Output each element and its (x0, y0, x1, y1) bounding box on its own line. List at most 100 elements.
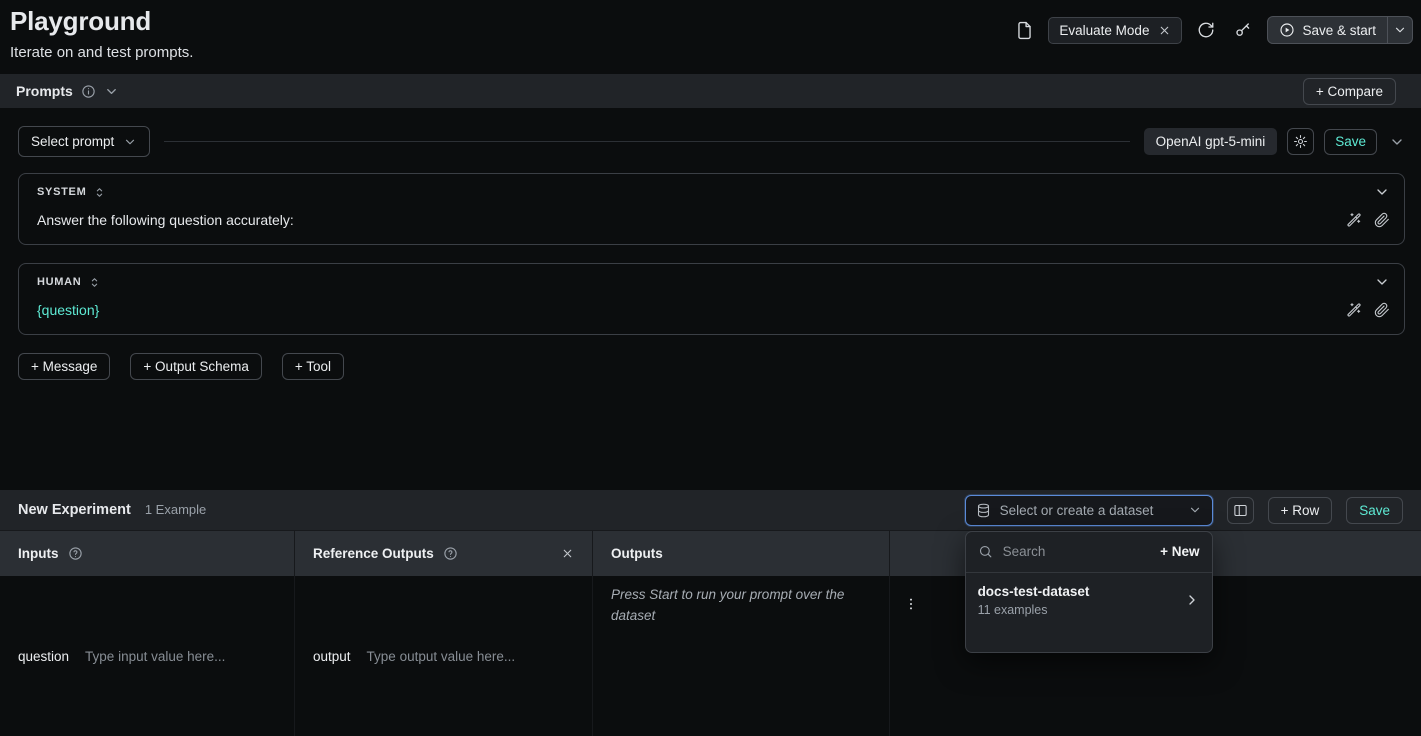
playground-app: Playground Iterate on and test prompts. … (0, 0, 1421, 736)
page-header-actions: Evaluate Mode Sav (1011, 6, 1413, 44)
prompt-save-button[interactable]: Save (1324, 129, 1377, 155)
wand-icon (1346, 212, 1362, 228)
select-prompt-dropdown[interactable]: Select prompt (18, 126, 150, 157)
experiment-save-button[interactable]: Save (1346, 497, 1403, 524)
play-circle-icon (1279, 22, 1295, 38)
close-icon (561, 547, 574, 560)
toolbar-divider (164, 141, 1129, 142)
evaluate-mode-label: Evaluate Mode (1059, 23, 1149, 38)
database-icon (976, 503, 991, 518)
input-key-label: question (18, 649, 69, 664)
model-settings-button[interactable] (1287, 128, 1314, 155)
input-value-field[interactable]: Type input value here... (85, 649, 225, 664)
prompt-collapse-chevron[interactable] (1389, 134, 1405, 150)
search-icon (978, 544, 993, 559)
paperclip-icon (1374, 212, 1390, 228)
save-start-menu-button[interactable] (1387, 17, 1412, 43)
role-label: SYSTEM (37, 186, 86, 198)
reference-outputs-header-label: Reference Outputs (313, 546, 434, 561)
model-selector-button[interactable]: OpenAI gpt-5-mini (1144, 128, 1278, 155)
attach-button[interactable] (1374, 302, 1390, 318)
reorder-icon[interactable] (93, 186, 106, 199)
evaluate-mode-chip[interactable]: Evaluate Mode (1048, 17, 1182, 44)
page-header-left: Playground Iterate on and test prompts. (10, 6, 193, 61)
attach-button[interactable] (1374, 212, 1390, 228)
chevron-down-icon[interactable] (104, 84, 119, 99)
save-start-split-button: Save & start (1267, 16, 1413, 44)
reference-output-key-label: output (313, 649, 351, 664)
chevron-down-icon[interactable] (1374, 274, 1390, 290)
prompt-editor: Select prompt OpenAI gpt-5-mini Save SYS… (0, 108, 1421, 380)
dataset-example-count: 11 examples (978, 603, 1184, 617)
prompt-add-actions: + Message + Output Schema + Tool (18, 353, 1405, 380)
wand-button[interactable] (1346, 302, 1362, 318)
chevron-down-icon (1188, 503, 1202, 517)
key-icon (1234, 21, 1252, 39)
human-message-body: {question} (37, 298, 1390, 322)
paperclip-icon (1374, 302, 1390, 318)
input-cell: question Type input value here... (0, 576, 295, 736)
select-prompt-label: Select prompt (31, 134, 114, 149)
canvas-spacer (0, 380, 1421, 490)
dataset-select-button[interactable]: Select or create a dataset (965, 495, 1213, 526)
columns-icon (1233, 503, 1248, 518)
dataset-search-input[interactable] (1001, 543, 1153, 560)
save-start-label: Save & start (1302, 23, 1376, 38)
chevron-down-icon[interactable] (1374, 184, 1390, 200)
outputs-cell: Press Start to run your prompt over the … (593, 576, 890, 736)
reorder-icon[interactable] (88, 276, 101, 289)
outputs-header-label: Outputs (611, 546, 663, 561)
experiment-bar: New Experiment 1 Example Select or creat… (0, 490, 1421, 530)
wand-icon (1346, 302, 1362, 318)
chevron-down-icon (123, 135, 137, 149)
dataset-search-row: + New (966, 532, 1212, 573)
dataset-dropdown: + New docs-test-dataset 11 examples (965, 531, 1213, 653)
row-menu-button[interactable] (903, 596, 919, 612)
document-button[interactable] (1011, 17, 1037, 43)
gear-icon (1293, 134, 1308, 149)
new-dataset-button[interactable]: + New (1160, 544, 1199, 559)
remove-reference-outputs-button[interactable] (561, 547, 574, 560)
outputs-header: Outputs (593, 531, 890, 576)
columns-button[interactable] (1227, 497, 1254, 524)
human-message-text[interactable]: {question} (37, 302, 1346, 318)
chevron-down-icon (1393, 23, 1407, 37)
document-icon (1015, 21, 1034, 40)
refresh-button[interactable] (1193, 17, 1219, 43)
reference-output-cell: output Type output value here... (295, 576, 593, 736)
prompts-title: Prompts (16, 83, 73, 99)
system-message-actions (1346, 212, 1390, 228)
experiment-title: New Experiment (18, 502, 131, 518)
close-icon[interactable] (1158, 24, 1171, 37)
reference-output-value-field[interactable]: Type output value here... (367, 649, 516, 664)
add-message-button[interactable]: + Message (18, 353, 110, 380)
add-row-button[interactable]: + Row (1268, 497, 1333, 524)
api-key-button[interactable] (1230, 17, 1256, 43)
dots-vertical-icon (903, 596, 919, 612)
role-label: HUMAN (37, 276, 81, 288)
add-output-schema-button[interactable]: + Output Schema (130, 353, 261, 380)
experiment-bar-actions: Select or create a dataset + New (965, 495, 1403, 526)
human-message-block: HUMAN {question} (18, 263, 1405, 335)
prompts-bar-left: Prompts (16, 83, 119, 99)
system-message-block: SYSTEM Answer the following question acc… (18, 173, 1405, 245)
wand-button[interactable] (1346, 212, 1362, 228)
example-count: 1 Example (145, 502, 206, 517)
compare-button[interactable]: + Compare (1303, 78, 1396, 105)
system-message-text[interactable]: Answer the following question accurately… (37, 212, 1346, 228)
dataset-item-text: docs-test-dataset 11 examples (978, 584, 1184, 617)
add-tool-button[interactable]: + Tool (282, 353, 344, 380)
dataset-name: docs-test-dataset (978, 584, 1184, 599)
prompt-toolbar: Select prompt OpenAI gpt-5-mini Save (18, 126, 1405, 157)
help-icon[interactable] (443, 546, 458, 561)
save-start-button[interactable]: Save & start (1268, 17, 1387, 43)
dataset-list-item[interactable]: docs-test-dataset 11 examples (966, 573, 1212, 628)
page-subtitle: Iterate on and test prompts. (10, 44, 193, 61)
experiment-bar-left: New Experiment 1 Example (18, 502, 206, 518)
help-icon[interactable] (68, 546, 83, 561)
page-title: Playground (10, 6, 193, 37)
info-icon[interactable] (81, 84, 96, 99)
prompts-bar: Prompts + Compare (0, 74, 1421, 108)
human-message-actions (1346, 302, 1390, 318)
reference-outputs-header: Reference Outputs (295, 531, 593, 576)
